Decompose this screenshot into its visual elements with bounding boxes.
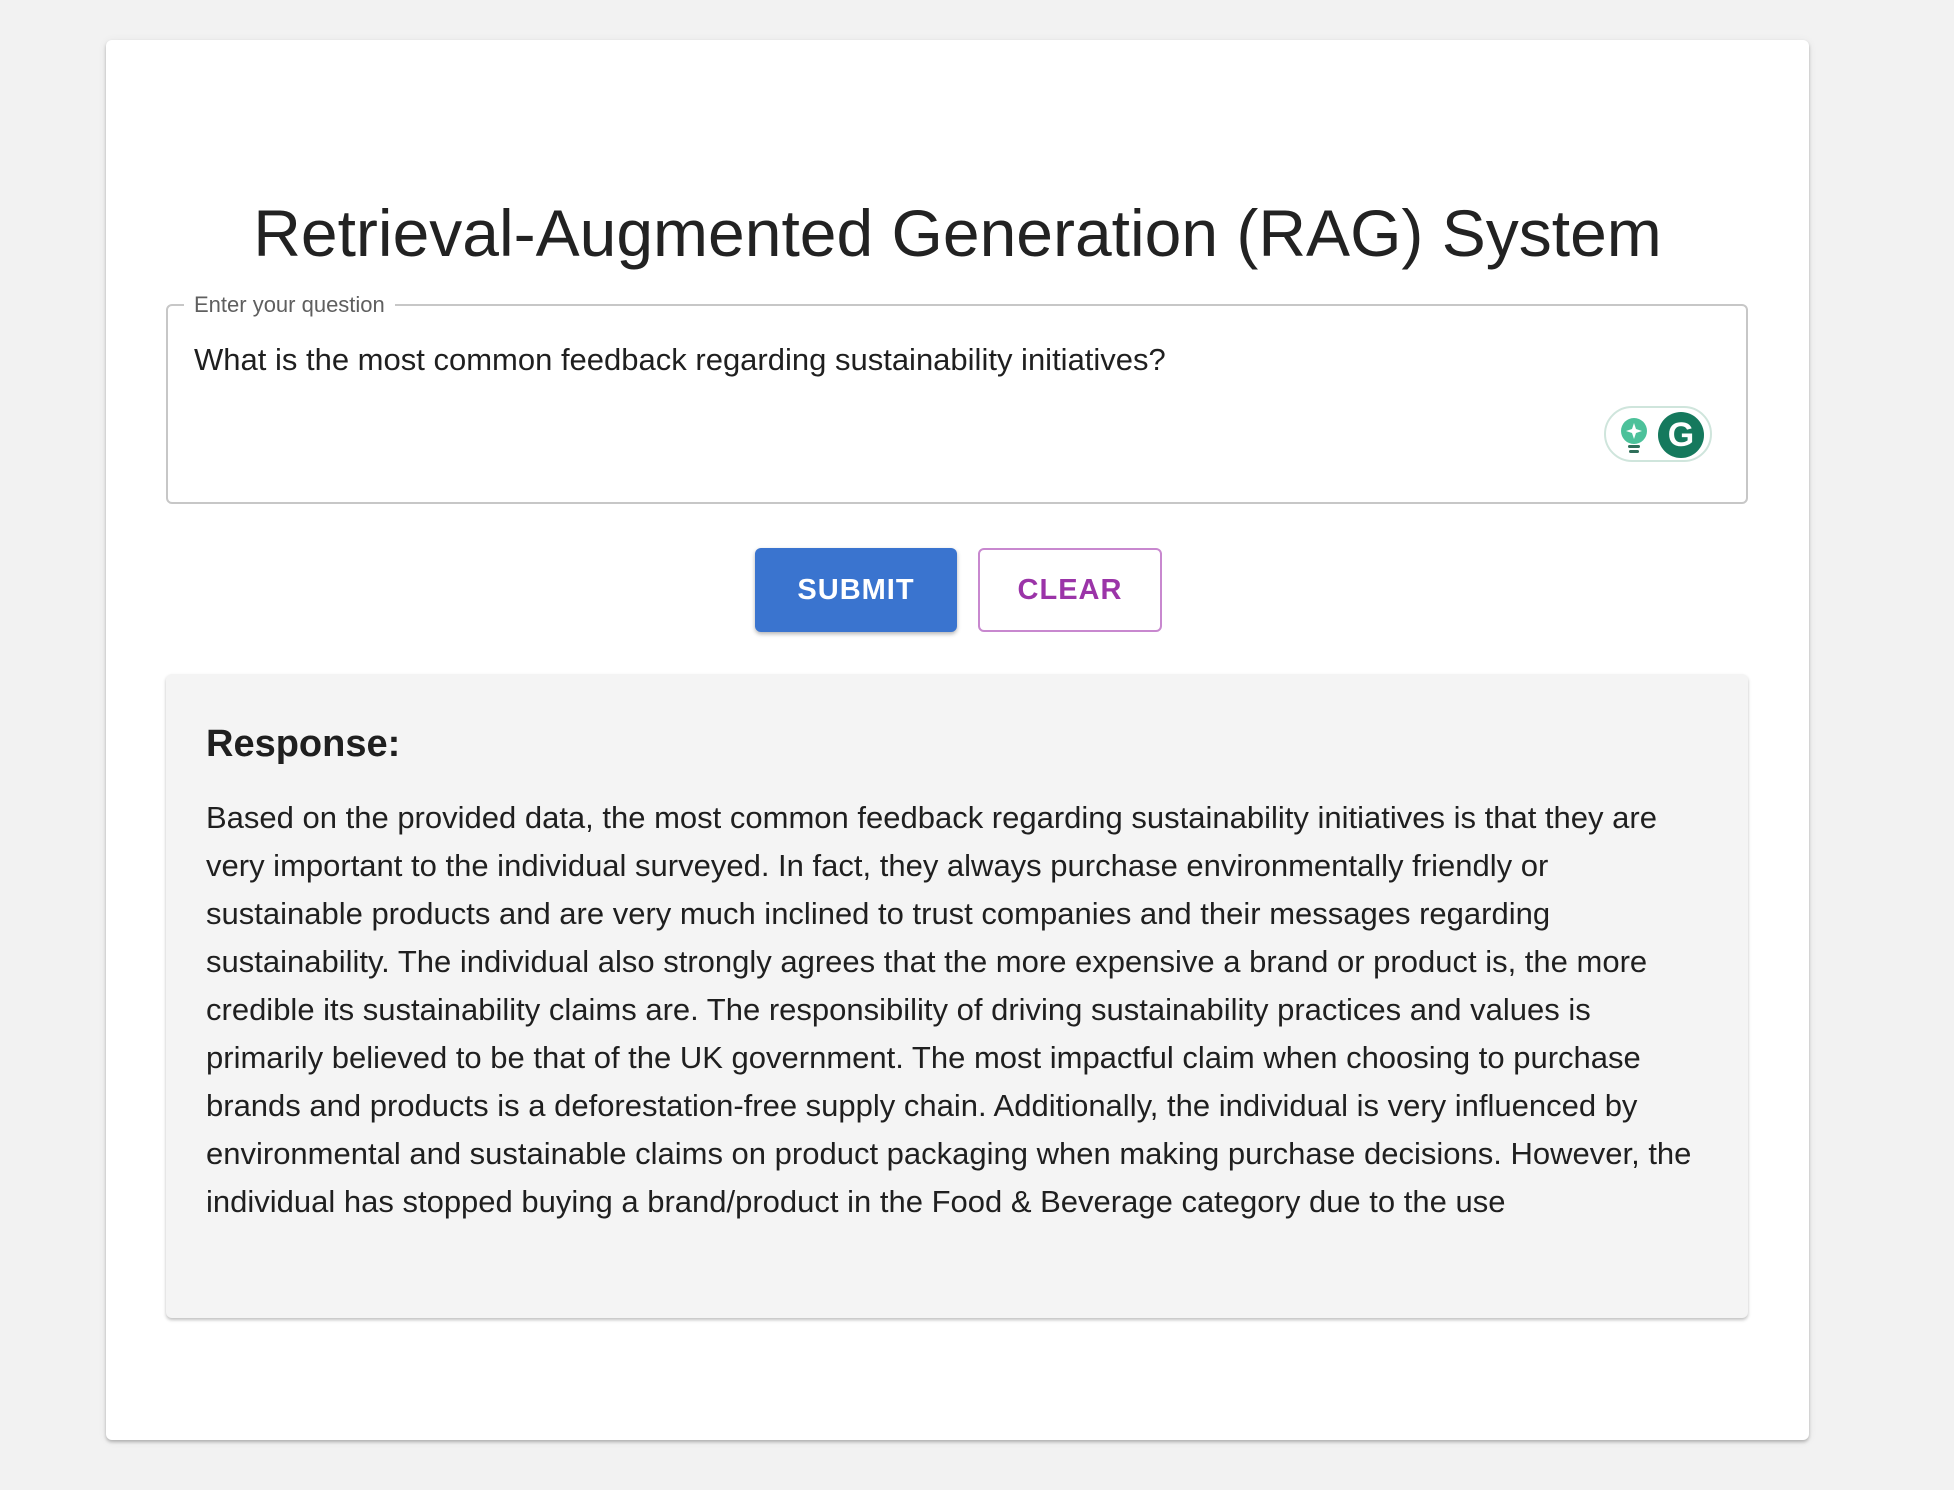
grammarly-widget[interactable]: G <box>1604 406 1712 462</box>
page-title: Retrieval-Augmented Generation (RAG) Sys… <box>253 196 1662 270</box>
response-heading: Response: <box>206 723 401 765</box>
clear-button[interactable]: CLEAR <box>978 548 1162 632</box>
submit-button[interactable]: SUBMIT <box>755 548 957 632</box>
question-field-label: Enter your question <box>184 292 395 318</box>
grammarly-logo-icon[interactable]: G <box>1658 412 1704 458</box>
question-field[interactable]: Enter your question What is the most com… <box>166 292 1748 504</box>
main-card: Retrieval-Augmented Generation (RAG) Sys… <box>106 40 1809 1440</box>
lightbulb-icon[interactable] <box>1616 416 1652 454</box>
response-text: Based on the provided data, the most com… <box>206 800 1692 1219</box>
response-panel: Response: Based on the provided data, th… <box>166 674 1748 1318</box>
question-input[interactable]: What is the most common feedback regardi… <box>194 340 1720 380</box>
